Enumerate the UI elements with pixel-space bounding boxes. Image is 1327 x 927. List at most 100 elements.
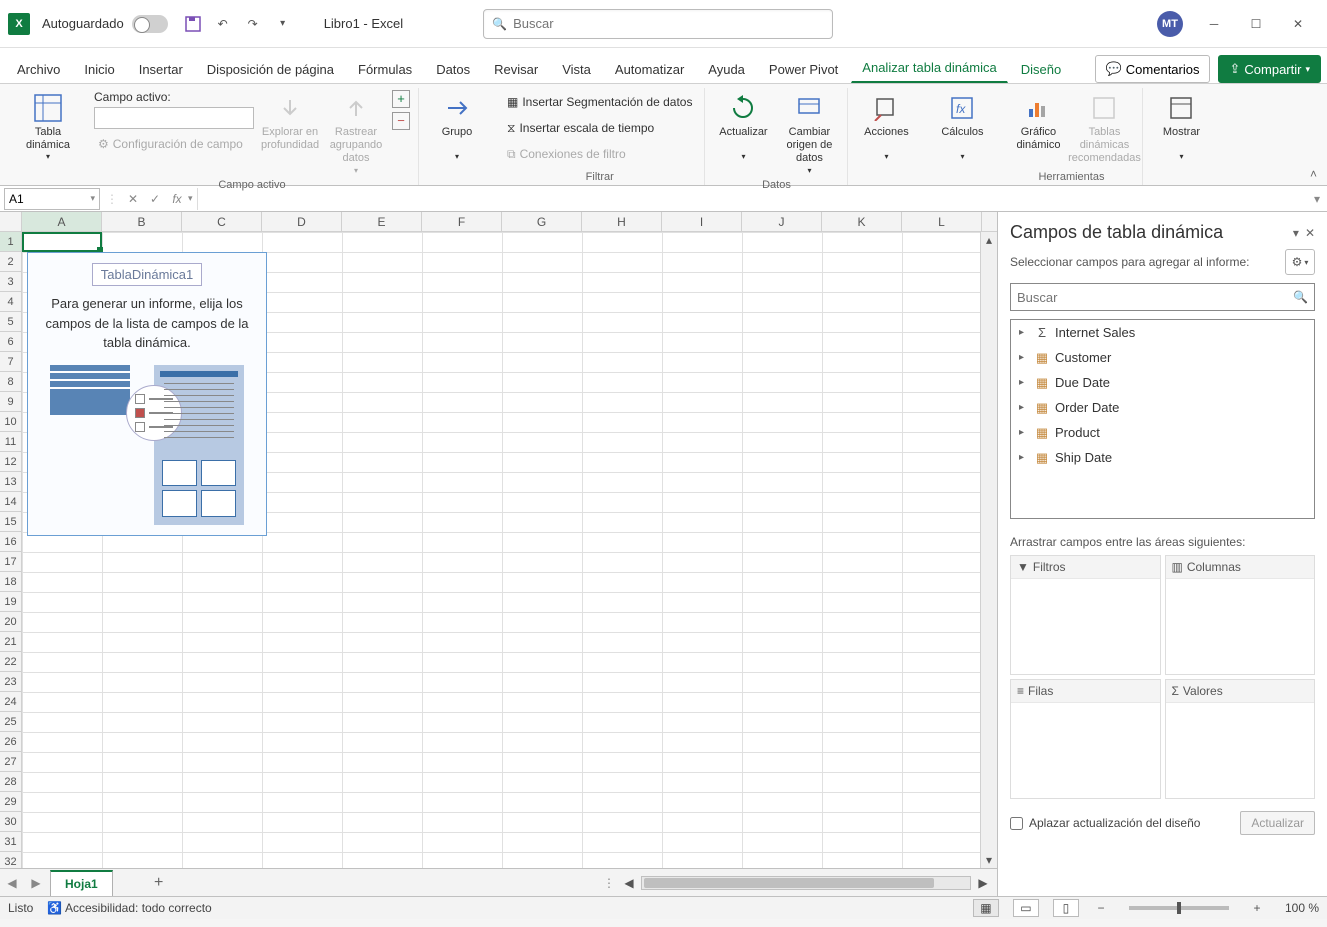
field-item-order-date[interactable]: ▸▦Order Date: [1011, 395, 1314, 420]
scroll-left-arrow[interactable]: ◀: [621, 876, 637, 890]
row-header-17[interactable]: 17: [0, 552, 21, 572]
row-header-27[interactable]: 27: [0, 752, 21, 772]
pane-layout-button[interactable]: ⚙▾: [1285, 249, 1315, 275]
row-header-18[interactable]: 18: [0, 572, 21, 592]
row-header-31[interactable]: 31: [0, 832, 21, 852]
row-header-13[interactable]: 13: [0, 472, 21, 492]
grafico-dinamico-button[interactable]: Gráfico dinámico: [1008, 90, 1068, 154]
column-header-L[interactable]: L: [902, 212, 982, 231]
expand-icon[interactable]: ▸: [1019, 327, 1029, 338]
row-header-23[interactable]: 23: [0, 672, 21, 692]
field-item-product[interactable]: ▸▦Product: [1011, 420, 1314, 445]
save-button[interactable]: [182, 13, 204, 35]
acciones-button[interactable]: Acciones▾: [856, 90, 916, 164]
row-header-14[interactable]: 14: [0, 492, 21, 512]
row-header-2[interactable]: 2: [0, 252, 21, 272]
row-header-9[interactable]: 9: [0, 392, 21, 412]
column-header-H[interactable]: H: [582, 212, 662, 231]
insert-function-button[interactable]: fx: [166, 188, 188, 210]
pane-close-button[interactable]: ✕: [1305, 226, 1315, 240]
expand-icon[interactable]: ▸: [1019, 452, 1029, 463]
row-header-25[interactable]: 25: [0, 712, 21, 732]
field-item-due-date[interactable]: ▸▦Due Date: [1011, 370, 1314, 395]
column-header-B[interactable]: B: [102, 212, 182, 231]
comments-button[interactable]: 💬 Comentarios: [1095, 55, 1211, 83]
scroll-right-arrow[interactable]: ▶: [975, 876, 991, 890]
row-header-29[interactable]: 29: [0, 792, 21, 812]
defer-checkbox-label[interactable]: Aplazar actualización del diseño: [1010, 816, 1200, 830]
pane-collapse-button[interactable]: ▾: [1293, 226, 1299, 240]
expand-formula-bar-button[interactable]: ▾: [1307, 192, 1327, 206]
row-header-6[interactable]: 6: [0, 332, 21, 352]
expand-icon[interactable]: ▸: [1019, 377, 1029, 388]
cambiar-origen-button[interactable]: Cambiar origen de datos ▾: [779, 90, 839, 177]
tab-vista[interactable]: Vista: [551, 53, 602, 83]
defer-checkbox[interactable]: [1010, 817, 1023, 830]
expand-icon[interactable]: ▸: [1019, 402, 1029, 413]
insertar-segmentacion-button[interactable]: ▦ Insertar Segmentación de datos: [503, 90, 696, 114]
tab-analizar[interactable]: Analizar tabla dinámica: [851, 51, 1007, 83]
row-header-26[interactable]: 26: [0, 732, 21, 752]
pane-search[interactable]: 🔍: [1010, 283, 1315, 311]
close-button[interactable]: ✕: [1277, 9, 1319, 39]
field-list[interactable]: ▸ΣInternet Sales▸▦Customer▸▦Due Date▸▦Or…: [1010, 319, 1315, 519]
tab-formulas[interactable]: Fórmulas: [347, 53, 423, 83]
tab-datos[interactable]: Datos: [425, 53, 481, 83]
field-item-customer[interactable]: ▸▦Customer: [1011, 345, 1314, 370]
column-header-E[interactable]: E: [342, 212, 422, 231]
row-header-4[interactable]: 4: [0, 292, 21, 312]
zoom-out-button[interactable]: −: [1093, 900, 1109, 916]
view-page-layout-button[interactable]: ▭: [1013, 899, 1039, 917]
field-item-ship-date[interactable]: ▸▦Ship Date: [1011, 445, 1314, 470]
new-sheet-button[interactable]: +: [145, 871, 173, 895]
insertar-escala-button[interactable]: ⧖ Insertar escala de tiempo: [503, 116, 696, 140]
field-item-internet-sales[interactable]: ▸ΣInternet Sales: [1011, 320, 1314, 345]
search-box[interactable]: 🔍: [483, 9, 833, 39]
row-header-19[interactable]: 19: [0, 592, 21, 612]
expand-icon[interactable]: ▸: [1019, 352, 1029, 363]
row-header-10[interactable]: 10: [0, 412, 21, 432]
sheet-nav-prev[interactable]: ◀: [0, 871, 24, 895]
area-columnas[interactable]: ▥Columnas: [1165, 555, 1316, 675]
select-all-corner[interactable]: [0, 212, 22, 231]
cell-grid[interactable]: TablaDinámica1 Para generar un informe, …: [22, 232, 980, 868]
row-header-7[interactable]: 7: [0, 352, 21, 372]
column-header-D[interactable]: D: [262, 212, 342, 231]
area-filtros[interactable]: ▼Filtros: [1010, 555, 1161, 675]
sheet-tab-hoja1[interactable]: Hoja1: [50, 870, 113, 896]
redo-button[interactable]: ↷: [242, 13, 264, 35]
row-header-15[interactable]: 15: [0, 512, 21, 532]
vertical-scrollbar[interactable]: ▴ ▾: [980, 232, 997, 868]
row-header-1[interactable]: 1: [0, 232, 21, 252]
collapse-ribbon-button[interactable]: ˄: [1310, 167, 1317, 181]
campo-activo-input[interactable]: [94, 107, 254, 129]
expand-icon[interactable]: ▸: [1019, 427, 1029, 438]
name-box[interactable]: A1 ▾: [4, 188, 100, 210]
actualizar-button[interactable]: Actualizar▾: [713, 90, 773, 164]
column-header-J[interactable]: J: [742, 212, 822, 231]
row-header-20[interactable]: 20: [0, 612, 21, 632]
qat-customize-button[interactable]: ▾: [272, 13, 294, 35]
autosave-toggle[interactable]: [132, 15, 168, 33]
tab-powerpivot[interactable]: Power Pivot: [758, 53, 849, 83]
row-header-28[interactable]: 28: [0, 772, 21, 792]
row-header-32[interactable]: 32: [0, 852, 21, 868]
view-normal-button[interactable]: ▦: [973, 899, 999, 917]
tabla-dinamica-button[interactable]: Tabla dinámica ▾: [18, 90, 78, 164]
cancel-formula-button[interactable]: ✕: [122, 188, 144, 210]
row-header-21[interactable]: 21: [0, 632, 21, 652]
area-valores[interactable]: ΣValores: [1165, 679, 1316, 799]
undo-button[interactable]: ↶: [212, 13, 234, 35]
column-header-A[interactable]: A: [22, 212, 102, 231]
row-header-16[interactable]: 16: [0, 532, 21, 552]
maximize-button[interactable]: ☐: [1235, 9, 1277, 39]
minimize-button[interactable]: ─: [1193, 9, 1235, 39]
area-filas[interactable]: ≡Filas: [1010, 679, 1161, 799]
mostrar-button[interactable]: Mostrar▾: [1151, 90, 1211, 164]
expand-field-button[interactable]: +: [392, 90, 410, 108]
user-avatar[interactable]: MT: [1157, 11, 1183, 37]
row-header-3[interactable]: 3: [0, 272, 21, 292]
column-header-C[interactable]: C: [182, 212, 262, 231]
collapse-field-button[interactable]: −: [392, 112, 410, 130]
accept-formula-button[interactable]: ✓: [144, 188, 166, 210]
